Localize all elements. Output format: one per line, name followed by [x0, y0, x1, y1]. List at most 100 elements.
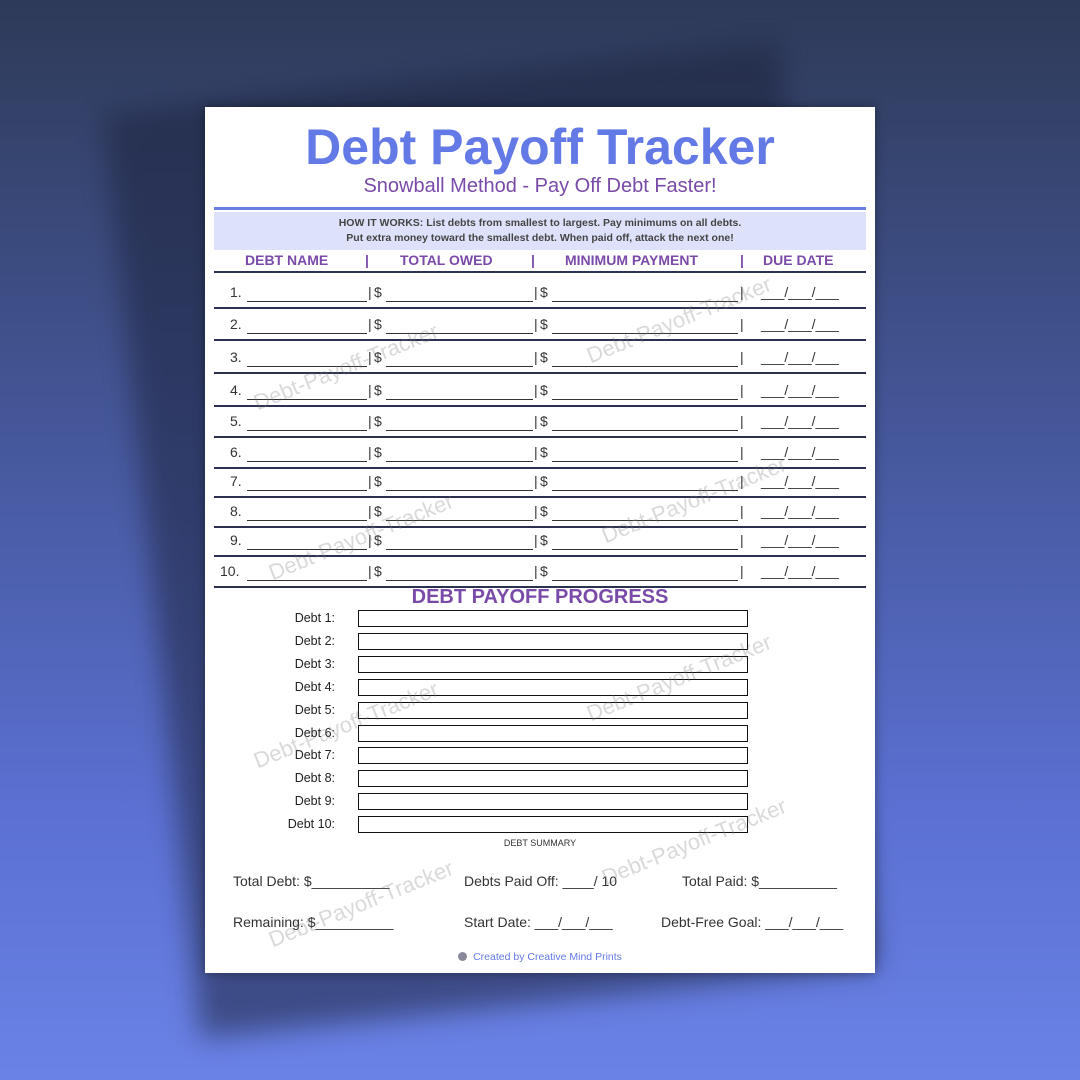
minimum-payment-blank[interactable]	[552, 580, 738, 581]
column-separator: |	[740, 349, 744, 365]
column-separator: |	[531, 252, 535, 268]
progress-label: Debt 9:	[294, 794, 335, 809]
minimum-payment-blank[interactable]	[552, 430, 738, 431]
page-title: Debt Payoff Tracker	[305, 119, 775, 175]
column-separator: |	[534, 382, 538, 398]
row-number: 10.	[220, 563, 240, 579]
debt-name-blank[interactable]	[247, 580, 367, 581]
progress-bar[interactable]	[358, 793, 748, 811]
currency-symbol: $	[374, 563, 382, 579]
start-date-field[interactable]: Start Date: ___/___/___	[464, 914, 613, 930]
currency-symbol: $	[540, 532, 548, 548]
due-date-blank[interactable]: ___/___/___	[761, 349, 839, 365]
column-separator: |	[534, 444, 538, 460]
total-owed-blank[interactable]	[386, 301, 533, 302]
row-divider	[214, 436, 866, 438]
column-separator: |	[365, 252, 369, 268]
column-separator: |	[740, 382, 744, 398]
progress-bar[interactable]	[358, 632, 748, 650]
credit-text: Created by Creative Mind Prints	[473, 951, 622, 963]
row-divider	[214, 405, 866, 407]
progress-label: Debt 5:	[294, 702, 335, 717]
column-separator: |	[368, 284, 372, 300]
due-date-blank[interactable]: ___/___/___	[761, 563, 839, 579]
due-date-blank[interactable]: ___/___/___	[761, 532, 839, 548]
due-date-blank[interactable]: ___/___/___	[761, 413, 839, 429]
total-owed-blank[interactable]	[386, 399, 533, 400]
minimum-payment-blank[interactable]	[552, 549, 738, 550]
progress-bar[interactable]	[358, 747, 748, 765]
column-separator: |	[534, 563, 538, 579]
currency-symbol: $	[540, 316, 548, 332]
row-divider	[214, 339, 866, 341]
minimum-payment-blank[interactable]	[552, 461, 738, 462]
column-separator: |	[368, 503, 372, 519]
row-number: 4.	[230, 382, 242, 398]
due-date-blank[interactable]: ___/___/___	[761, 503, 839, 519]
column-separator: |	[740, 563, 744, 579]
column-separator: |	[368, 444, 372, 460]
progress-bar[interactable]	[358, 724, 748, 742]
debt-name-blank[interactable]	[247, 301, 367, 302]
total-owed-blank[interactable]	[386, 580, 533, 581]
column-separator: |	[534, 532, 538, 548]
column-separator: |	[368, 382, 372, 398]
column-header-total-owed: TOTAL OWED	[400, 252, 493, 268]
how-it-works-label: HOW IT WORKS:	[338, 217, 424, 229]
column-separator: |	[740, 503, 744, 519]
column-header-minimum-payment: MINIMUM PAYMENT	[565, 252, 698, 268]
debt-free-goal-field[interactable]: Debt-Free Goal: ___/___/___	[661, 914, 843, 930]
progress-label: Debt 2:	[294, 633, 335, 648]
currency-symbol: $	[374, 316, 382, 332]
total-debt-field[interactable]: Total Debt: $__________	[233, 873, 389, 889]
row-number: 1.	[230, 284, 242, 300]
debts-paid-off-field[interactable]: Debts Paid Off: ____/ 10	[464, 873, 617, 889]
progress-title: DEBT PAYOFF PROGRESS	[411, 586, 669, 608]
row-number: 6.	[230, 444, 242, 460]
row-number: 5.	[230, 413, 242, 429]
how-it-works-box: HOW IT WORKS: List debts from smallest t…	[214, 212, 866, 250]
minimum-payment-blank[interactable]	[552, 399, 738, 400]
header-underline	[214, 271, 866, 273]
column-separator: |	[740, 444, 744, 460]
column-separator: |	[740, 316, 744, 332]
progress-bar[interactable]	[358, 770, 748, 788]
debt-name-blank[interactable]	[247, 430, 367, 431]
progress-label: Debt 1:	[294, 611, 335, 625]
debt-name-blank[interactable]	[247, 461, 367, 462]
currency-symbol: $	[374, 413, 382, 429]
currency-symbol: $	[374, 473, 382, 489]
progress-bar[interactable]	[358, 610, 748, 627]
total-owed-blank[interactable]	[386, 430, 533, 431]
debt-row: 2. | $ | $ | ___/___/___	[205, 316, 875, 336]
total-paid-field[interactable]: Total Paid: $__________	[682, 873, 837, 889]
column-separator: |	[740, 252, 744, 268]
total-owed-blank[interactable]	[386, 461, 533, 462]
due-date-blank[interactable]: ___/___/___	[761, 316, 839, 332]
debt-row: 5. | $ | $ | ___/___/___	[205, 413, 875, 433]
row-number: 3.	[230, 349, 242, 365]
column-separator: |	[534, 349, 538, 365]
due-date-blank[interactable]: ___/___/___	[761, 382, 839, 398]
currency-symbol: $	[540, 413, 548, 429]
total-owed-blank[interactable]	[386, 490, 533, 491]
row-number: 7.	[230, 473, 242, 489]
column-header-debt-name: DEBT NAME	[245, 252, 329, 268]
currency-symbol: $	[374, 444, 382, 460]
column-header-due-date: DUE DATE	[763, 252, 834, 268]
currency-symbol: $	[540, 349, 548, 365]
currency-symbol: $	[540, 444, 548, 460]
debt-name-blank[interactable]	[247, 490, 367, 491]
column-separator: |	[534, 316, 538, 332]
debt-name-blank[interactable]	[247, 333, 367, 334]
progress-label: Debt 4:	[294, 679, 335, 694]
progress-label: Debt 10:	[287, 817, 335, 832]
row-number: 9.	[230, 532, 242, 548]
total-owed-blank[interactable]	[386, 549, 533, 550]
column-separator: |	[534, 503, 538, 519]
total-owed-blank[interactable]	[386, 366, 533, 367]
column-separator: |	[740, 532, 744, 548]
debt-name-blank[interactable]	[247, 520, 367, 521]
minimum-payment-blank[interactable]	[552, 366, 738, 367]
row-divider	[214, 496, 866, 498]
